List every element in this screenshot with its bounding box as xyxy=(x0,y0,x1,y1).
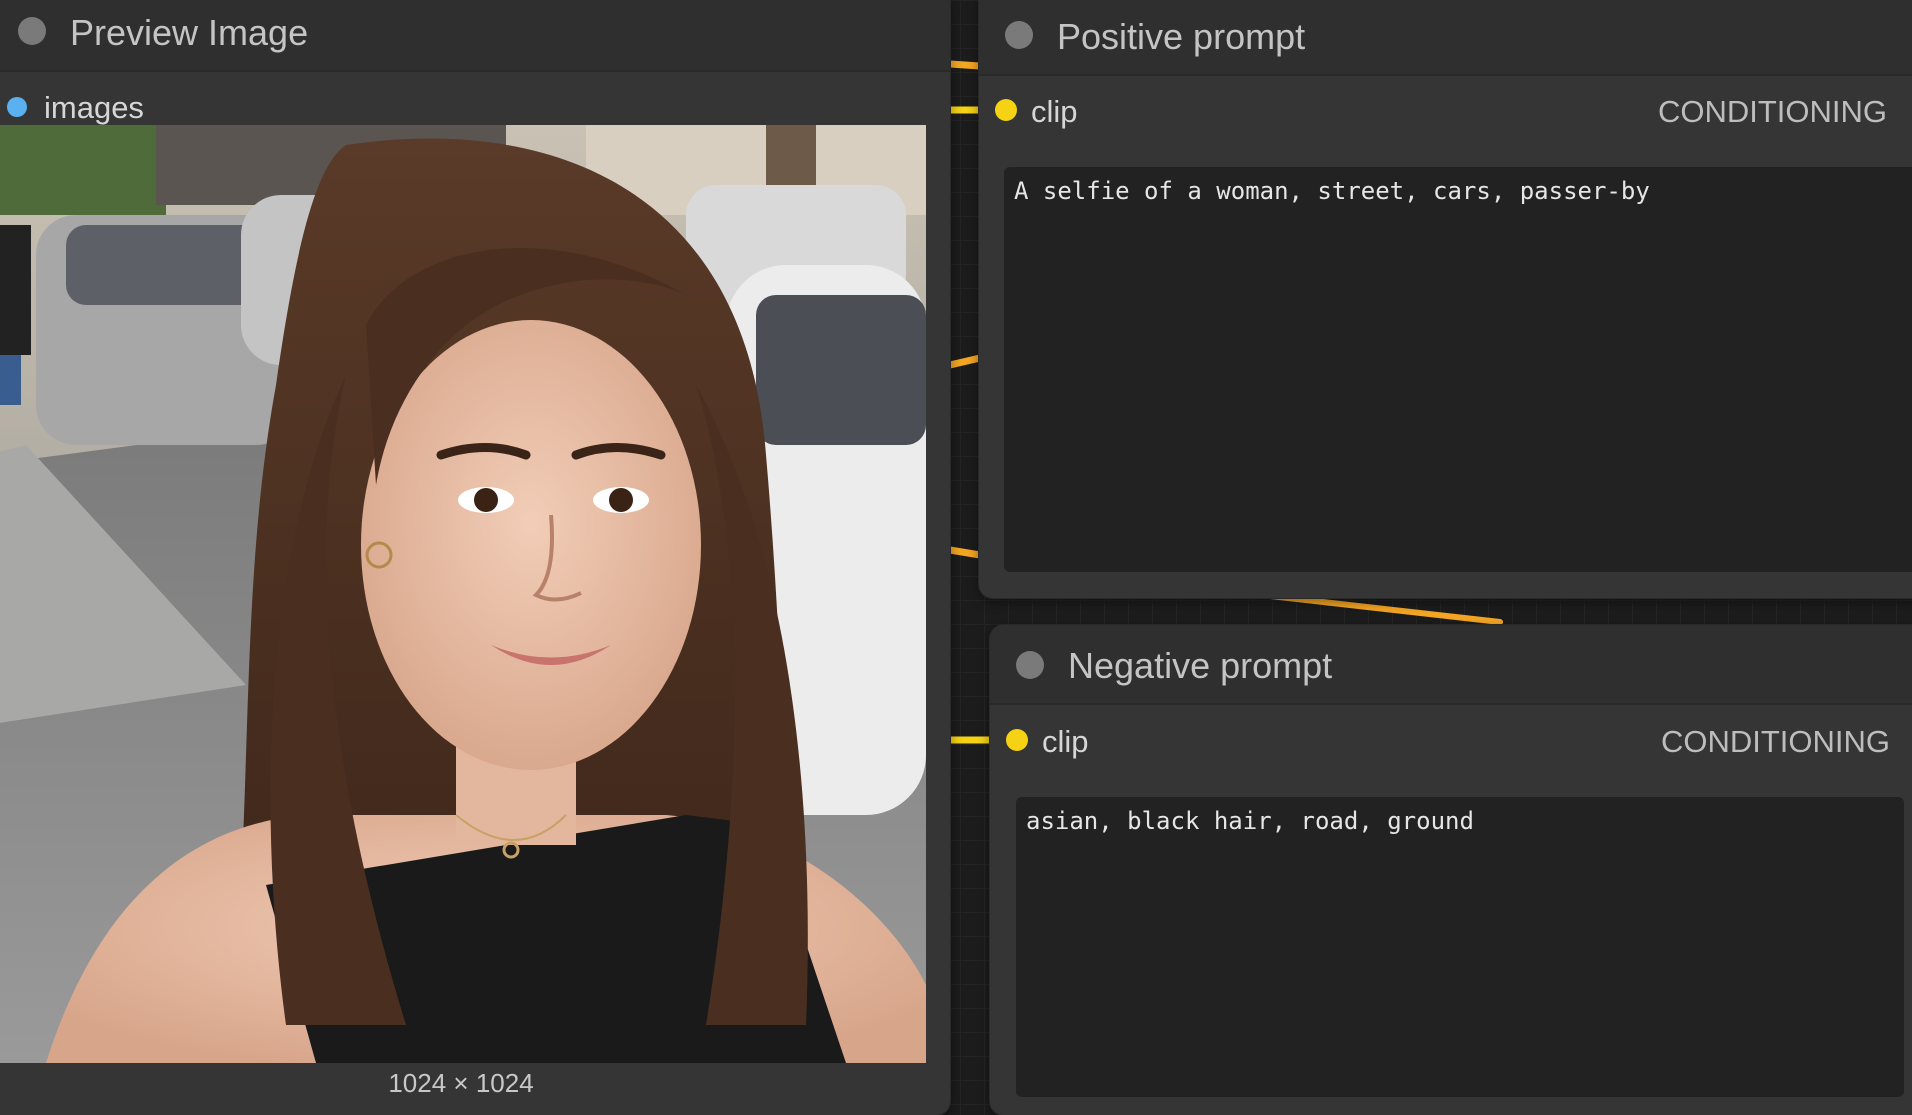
negative-prompt-node[interactable]: Negative prompt clip CONDITIONING asian,… xyxy=(990,625,1912,1115)
node-status-circle-icon[interactable] xyxy=(1005,21,1033,49)
positive-prompt-textarea[interactable]: A selfie of a woman, street, cars, passe… xyxy=(1004,167,1912,572)
positive-prompt-node[interactable]: Positive prompt clip CONDITIONING A self… xyxy=(979,0,1912,598)
conditioning-output-label: CONDITIONING xyxy=(1657,94,1887,129)
clip-input-dot-icon[interactable] xyxy=(995,99,1017,121)
selfie-photo-graphic xyxy=(0,125,926,1063)
preview-node-header[interactable]: Preview Image xyxy=(0,0,950,72)
images-input-label: images xyxy=(44,90,144,125)
node-title: Preview Image xyxy=(70,12,309,53)
images-input-dot-icon[interactable] xyxy=(7,97,27,117)
node-status-circle-icon[interactable] xyxy=(18,17,46,45)
conditioning-output-label: CONDITIONING xyxy=(1660,724,1890,759)
node-title: Positive prompt xyxy=(1057,16,1306,57)
clip-input-label: clip xyxy=(1031,94,1078,129)
preview-image-node[interactable]: Preview Image images 1024 × 1024 xyxy=(0,0,950,1115)
node-title: Negative prompt xyxy=(1068,645,1333,686)
clip-input-label: clip xyxy=(1042,724,1089,759)
clip-input-dot-icon[interactable] xyxy=(1006,729,1028,751)
image-dimensions: 1024 × 1024 xyxy=(388,1068,534,1098)
negative-prompt-textarea[interactable]: asian, black hair, road, ground xyxy=(1016,797,1904,1097)
node-status-circle-icon[interactable] xyxy=(1016,651,1044,679)
preview-image[interactable] xyxy=(0,125,926,1063)
negative-node-header[interactable]: Negative prompt xyxy=(990,625,1912,705)
positive-node-header[interactable]: Positive prompt xyxy=(979,0,1912,76)
